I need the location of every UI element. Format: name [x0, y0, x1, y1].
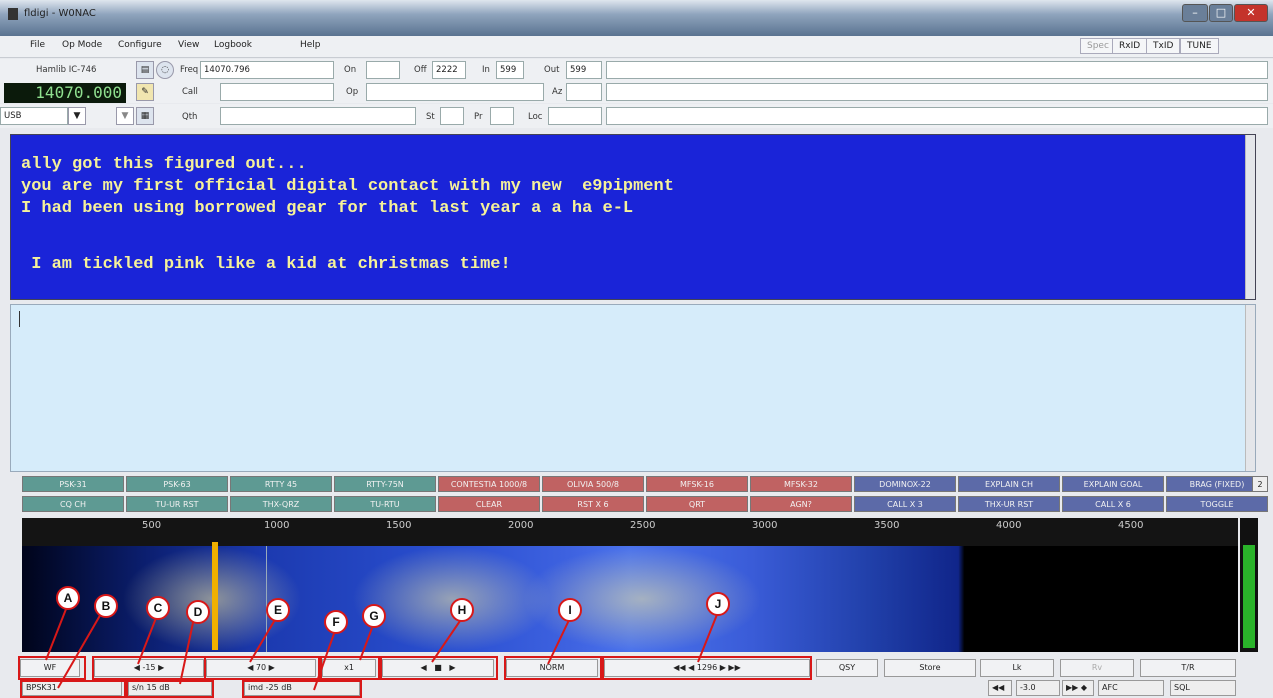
callout-f: F — [324, 610, 348, 634]
fldigi-window: fldigi - W0NAC – □ ✕ File Op Mode Config… — [0, 0, 1273, 698]
callout-a: A — [56, 586, 80, 610]
callout-j: J — [706, 592, 730, 616]
callout-c: C — [146, 596, 170, 620]
callout-d: D — [186, 600, 210, 624]
callout-e: E — [266, 598, 290, 622]
annotation-arrows — [45, 603, 719, 691]
callout-i: I — [558, 598, 582, 622]
callout-h: H — [450, 598, 474, 622]
callout-g: G — [362, 604, 386, 628]
callout-b: B — [94, 594, 118, 618]
